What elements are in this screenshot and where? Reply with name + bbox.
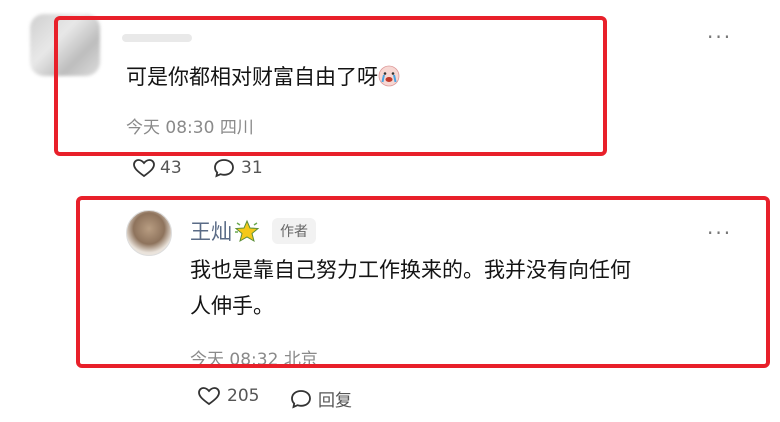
like-count: 205 — [227, 386, 260, 406]
like-count: 43 — [160, 158, 182, 178]
heart-icon — [133, 159, 155, 178]
like-button[interactable]: 205 — [197, 386, 259, 406]
reply-button[interactable]: 回复 — [290, 386, 352, 411]
speech-bubble-icon — [291, 389, 311, 409]
reply-button[interactable]: 31 — [213, 158, 263, 178]
reply-label: 回复 — [318, 391, 352, 411]
more-options-icon[interactable]: ··· — [707, 27, 732, 47]
heart-icon — [198, 387, 220, 406]
speech-bubble-icon — [214, 159, 234, 178]
like-button[interactable]: 43 — [132, 158, 182, 178]
highlight-box-reply — [76, 196, 770, 368]
reply-count: 31 — [241, 158, 263, 178]
highlight-box-comment — [54, 16, 607, 156]
